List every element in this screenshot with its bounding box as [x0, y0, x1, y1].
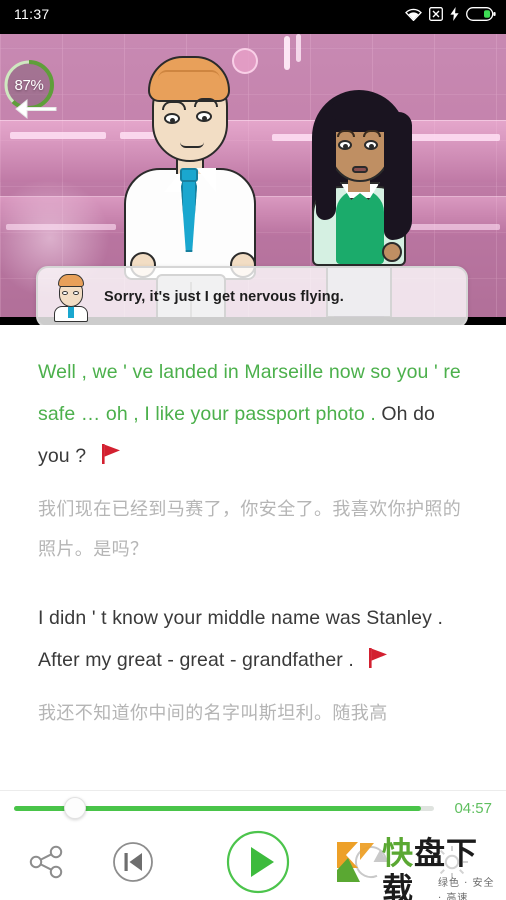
previous-track-button[interactable]	[78, 841, 188, 883]
share-button[interactable]	[16, 845, 78, 879]
red-flag-icon[interactable]	[100, 443, 122, 465]
video-background-stripe	[10, 132, 106, 139]
play-button[interactable]	[188, 829, 328, 895]
no-sim-icon	[429, 7, 443, 21]
video-subtitle-text: Sorry, it's just I get nervous flying.	[104, 289, 344, 305]
seek-bar-thumb[interactable]	[63, 797, 86, 819]
player-time-label: 04:57	[454, 799, 492, 817]
video-background-lamp	[296, 34, 301, 62]
red-flag-icon[interactable]	[367, 647, 389, 669]
share-icon	[29, 845, 63, 879]
subtitle-speaker-avatar	[50, 272, 92, 322]
player-controls-bar: 04:57 快盘下载 绿色 · 安全 · 高速	[0, 790, 506, 900]
video-background-lamp	[284, 36, 290, 70]
repeat-button[interactable]	[328, 840, 414, 884]
video-player-surface[interactable]: Sorry, it's just I get nervous flying. 8…	[0, 28, 506, 325]
transcript-paragraph[interactable]: Well , we ' ve landed in Marseille now s…	[38, 351, 468, 569]
repeat-icon	[355, 846, 387, 879]
transcript-line-en[interactable]: I didn ' t know your middle name was Sta…	[38, 597, 468, 681]
transcript-paragraph[interactable]: I didn ' t know your middle name was Sta…	[38, 597, 468, 733]
wifi-icon	[405, 8, 422, 21]
charging-bolt-icon	[450, 7, 459, 21]
play-icon	[226, 830, 290, 894]
settings-button[interactable]	[414, 842, 490, 882]
player-buttons-row	[0, 825, 506, 899]
transcript-panel[interactable]: Well , we ' ve landed in Marseille now s…	[0, 325, 506, 790]
video-letterbox-top	[0, 28, 506, 34]
transcript-line-cn: 我们现在已经到马赛了，你安全了。我喜欢你护照的照片。是吗？	[38, 499, 462, 559]
back-arrow-icon[interactable]	[14, 94, 58, 124]
video-background-stripe	[404, 134, 500, 141]
seek-bar[interactable]	[14, 797, 434, 819]
status-time: 11:37	[14, 6, 50, 22]
gear-icon	[436, 846, 468, 878]
seek-row: 04:57	[0, 791, 506, 825]
battery-icon	[466, 7, 496, 21]
video-background-stripe	[410, 224, 500, 230]
transcript-line-en[interactable]: Well , we ' ve landed in Marseille now s…	[38, 351, 468, 477]
video-subtitle-panel: Sorry, it's just I get nervous flying.	[36, 266, 468, 325]
status-bar: 11:37	[0, 0, 506, 28]
status-icon-group	[405, 7, 496, 21]
previous-track-icon	[113, 842, 153, 882]
transcript-line-cn: 我还不知道你中间的名字叫斯坦利。随我高	[38, 703, 388, 723]
